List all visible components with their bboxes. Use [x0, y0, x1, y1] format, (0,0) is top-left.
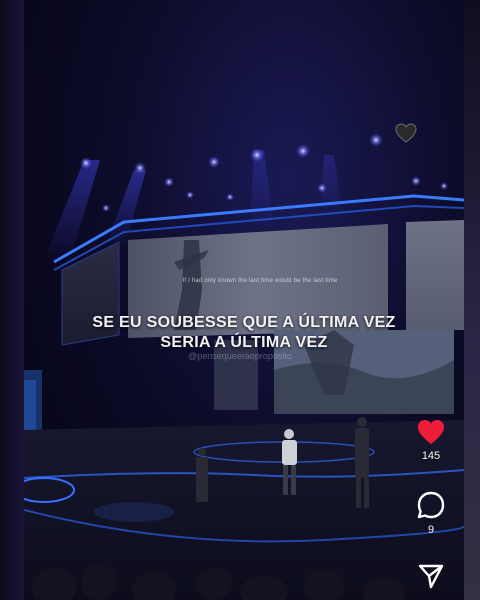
like-button[interactable]: 145: [415, 418, 447, 462]
comment-count: 9: [427, 524, 435, 536]
left-border: [0, 0, 24, 600]
screen-lyric: If I had only known the last time would …: [182, 278, 338, 284]
caption-line-1: SE EU SOUBESSE QUE A ÚLTIMA VEZ: [92, 314, 396, 331]
right-border: [464, 0, 480, 600]
caption-line-2: SERIA A ÚLTIMA VEZ: [160, 334, 328, 351]
comment-button[interactable]: 9: [415, 490, 447, 536]
lyric-caption: SE EU SOUBESSE QUE A ÚLTIMA VEZ SERIA A …: [24, 313, 464, 353]
like-count: 145: [421, 450, 441, 462]
share-icon: [418, 564, 444, 589]
video-frame[interactable]: If I had only known the last time would …: [24, 0, 464, 600]
comment-icon: [417, 491, 445, 519]
concert-stage: [24, 133, 464, 600]
reel-viewer: If I had only known the last time would …: [0, 0, 480, 600]
share-button[interactable]: [415, 562, 447, 590]
like-heart-icon: [418, 420, 444, 444]
heart-outline-icon: [394, 122, 418, 144]
watermark: @pensequeeraoproposito: [188, 351, 292, 361]
